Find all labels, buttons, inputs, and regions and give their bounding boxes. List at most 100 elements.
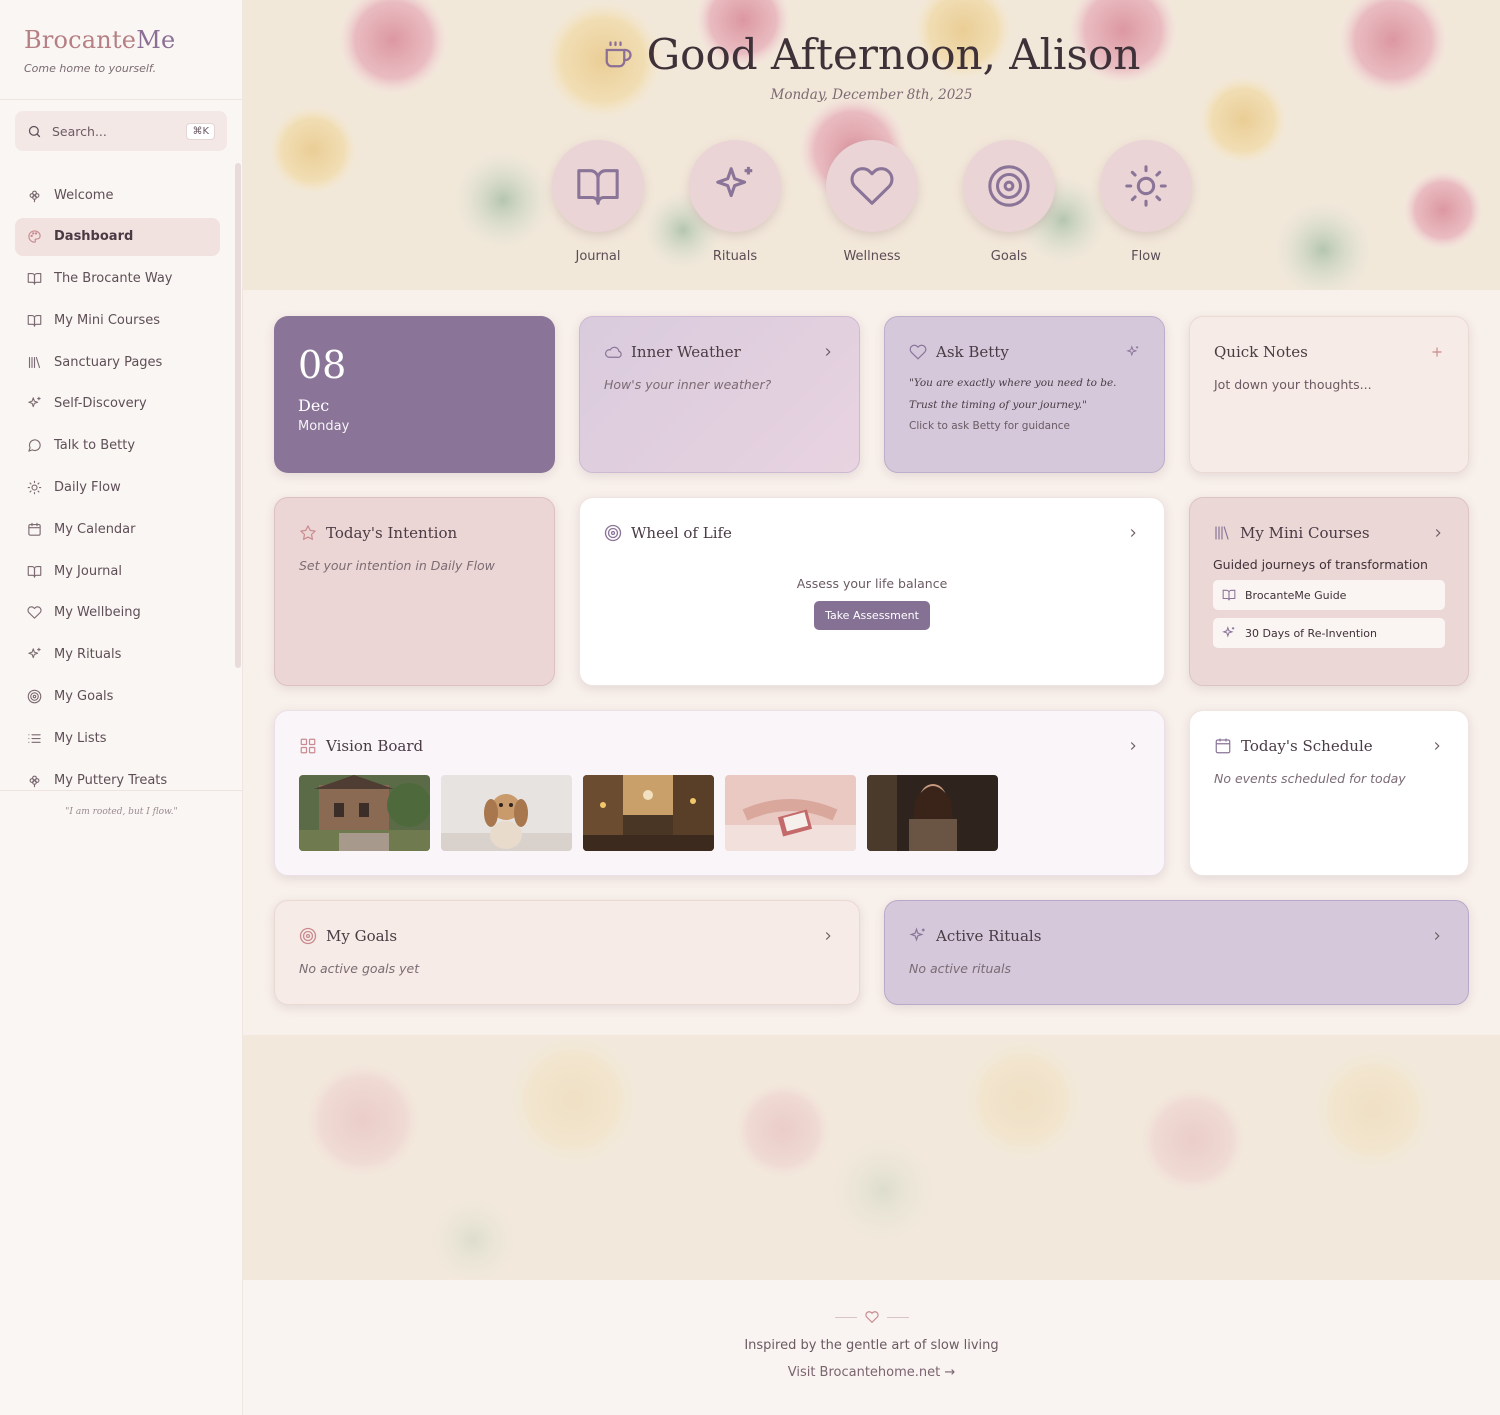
sidebar-item-my-lists[interactable]: My Lists [15, 719, 220, 757]
intention-card[interactable]: Today's Intention Set your intention in … [274, 497, 555, 686]
sidebar-item-my-rituals[interactable]: My Rituals [15, 636, 220, 674]
date-weekday: Monday [298, 419, 350, 434]
date-day-number: 08 [298, 343, 347, 387]
search-shortcut: ⌘K [186, 122, 215, 140]
sidebar-item-self-discovery[interactable]: Self-Discovery [15, 385, 220, 423]
search-placeholder: Search... [52, 123, 107, 139]
sidebar-scrollbar[interactable] [235, 163, 241, 668]
quick-action-wellness[interactable]: Wellness [826, 140, 918, 264]
inner-weather-prompt: How's your inner weather? [604, 377, 772, 392]
sidebar-item-my-calendar[interactable]: My Calendar [15, 510, 220, 548]
chevron-right-icon[interactable] [821, 929, 835, 943]
search-input[interactable]: Search... ⌘K [15, 111, 227, 151]
betty-quote: "You are exactly where you need to be. T… [909, 377, 1117, 411]
schedule-card[interactable]: Today's Schedule No events scheduled for… [1189, 710, 1469, 876]
calendar-icon [27, 522, 42, 537]
greeting-header: Good Afternoon, Alison Monday, December … [243, 30, 1500, 103]
chevron-right-icon[interactable] [1126, 739, 1140, 753]
footer-ornament [243, 1310, 1500, 1324]
ask-betty-card[interactable]: Ask Betty "You are exactly where you nee… [884, 316, 1165, 473]
sidebar-item-label: My Lists [54, 730, 107, 746]
goals-card[interactable]: My Goals No active goals yet [274, 900, 860, 1005]
sidebar-item-the-brocante-way[interactable]: The Brocante Way [15, 260, 220, 298]
target-icon [27, 689, 42, 704]
chevron-right-icon[interactable] [1430, 739, 1444, 753]
inner-weather-card[interactable]: Inner Weather How's your inner weather? [579, 316, 860, 473]
sidebar-item-talk-to-betty[interactable]: Talk to Betty [15, 427, 220, 465]
quick-action-rituals[interactable]: Rituals [689, 140, 781, 264]
palette-icon [27, 229, 42, 244]
sidebar: BrocanteMe Come home to yourself. Search… [0, 0, 243, 1415]
sidebar-item-sanctuary-pages[interactable]: Sanctuary Pages [15, 343, 220, 381]
flower-icon [27, 773, 42, 788]
inner-weather-title: Inner Weather [631, 343, 741, 361]
plus-icon[interactable] [1430, 345, 1444, 359]
heart-icon [27, 605, 42, 620]
rituals-empty: No active rituals [909, 961, 1012, 976]
vision-board-images [299, 775, 1140, 851]
sidebar-item-label: Talk to Betty [54, 438, 136, 454]
quick-action-journal[interactable]: Journal [552, 140, 644, 264]
sidebar-item-welcome[interactable]: Welcome [15, 176, 220, 214]
sun-icon [27, 480, 42, 495]
sidebar-item-daily-flow[interactable]: Daily Flow [15, 469, 220, 507]
intention-prompt: Set your intention in Daily Flow [299, 558, 495, 573]
chevron-right-icon[interactable] [1126, 526, 1140, 540]
heart-icon [850, 167, 894, 205]
quick-notes-card[interactable]: Quick Notes Jot down your thoughts... [1189, 316, 1469, 473]
vision-image-puppy[interactable] [441, 775, 572, 851]
sidebar-item-my-goals[interactable]: My Goals [15, 678, 220, 716]
vision-image-market[interactable] [583, 775, 714, 851]
course-item-guide[interactable]: BrocanteMe Guide [1213, 580, 1445, 610]
vision-image-reading[interactable] [725, 775, 856, 851]
chevron-right-icon[interactable] [821, 345, 835, 359]
schedule-title: Today's Schedule [1241, 737, 1373, 755]
sidebar-item-my-journal[interactable]: My Journal [15, 552, 220, 590]
wheel-title: Wheel of Life [631, 524, 732, 542]
footer-text: Inspired by the gentle art of slow livin… [744, 1338, 999, 1353]
sidebar-item-my-wellbeing[interactable]: My Wellbeing [15, 594, 220, 632]
date-card: 08 Dec Monday [274, 316, 555, 473]
sparkles-icon [909, 927, 927, 945]
sparkles-icon [1222, 626, 1235, 638]
book-open-icon [27, 313, 42, 328]
book-open-icon [577, 169, 619, 205]
vision-image-cottage[interactable] [299, 775, 430, 851]
sidebar-quote: "I am rooted, but I flow." [0, 790, 243, 817]
vision-board-card[interactable]: Vision Board [274, 710, 1165, 876]
greeting-title: Good Afternoon, Alison [603, 30, 1140, 79]
calendar-icon [1214, 737, 1232, 755]
quick-action-flow[interactable]: Flow [1100, 140, 1192, 264]
brand: BrocanteMe Come home to yourself. [0, 0, 242, 100]
library-icon [1213, 524, 1231, 542]
course-item-reinvention[interactable]: 30 Days of Re-Invention [1213, 618, 1445, 648]
list-icon [27, 731, 42, 746]
footer-link[interactable]: Visit Brocantehome.net → [243, 1365, 1500, 1380]
vision-image-portrait[interactable] [867, 775, 998, 851]
sidebar-item-label: Sanctuary Pages [54, 354, 163, 370]
brand-tagline: Come home to yourself. [24, 62, 157, 75]
page-footer: Inspired by the gentle art of slow livin… [243, 1280, 1500, 1415]
sun-icon [1125, 165, 1167, 207]
schedule-empty: No events scheduled for today [1214, 771, 1406, 786]
chevron-right-icon[interactable] [1430, 929, 1444, 943]
sparkles-icon [716, 166, 753, 198]
take-assessment-button[interactable]: Take Assessment [814, 601, 930, 630]
chevron-right-icon[interactable] [1431, 526, 1445, 540]
greeting-date: Monday, December 8th, 2025 [770, 87, 973, 103]
book-open-icon [27, 564, 42, 579]
sparkles-icon [1126, 345, 1139, 357]
flower-icon [27, 188, 42, 203]
sidebar-item-dashboard[interactable]: Dashboard [15, 217, 220, 256]
wheel-of-life-card[interactable]: Wheel of Life Assess your life balance T… [579, 497, 1165, 686]
sidebar-item-label: My Journal [54, 563, 123, 579]
sidebar-item-my-mini-courses[interactable]: My Mini Courses [15, 301, 220, 339]
quick-notes-placeholder[interactable]: Jot down your thoughts... [1214, 377, 1444, 392]
mini-courses-card[interactable]: My Mini Courses Guided journeys of trans… [1189, 497, 1469, 686]
sparkles-icon [27, 396, 42, 411]
brand-logo[interactable]: BrocanteMe [24, 26, 218, 54]
active-rituals-card[interactable]: Active Rituals No active rituals [884, 900, 1469, 1005]
target-icon [604, 524, 622, 542]
sidebar-item-label: My Rituals [54, 647, 122, 663]
quick-action-goals[interactable]: Goals [963, 140, 1055, 264]
